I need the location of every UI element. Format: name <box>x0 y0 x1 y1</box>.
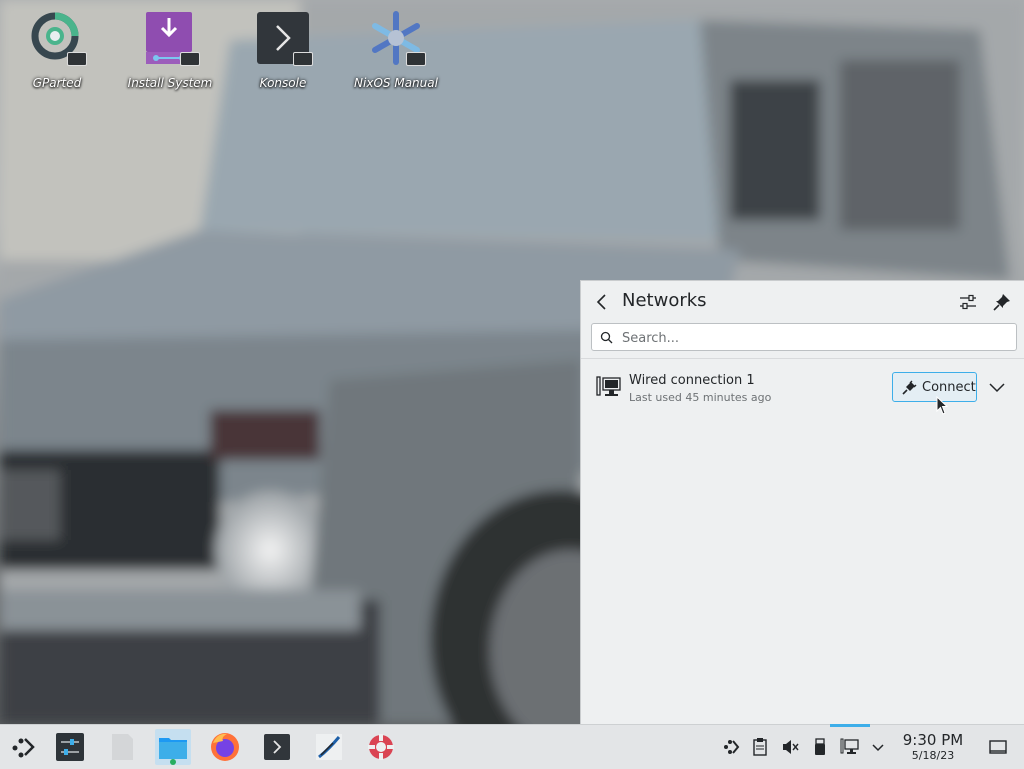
wired-network-icon <box>596 375 622 401</box>
kde-connect-icon[interactable] <box>720 737 740 757</box>
desktop-icon-label: Konsole <box>259 76 307 90</box>
search-input[interactable] <box>620 327 1014 349</box>
taskbar-konsole[interactable] <box>259 729 295 765</box>
expand-details-button[interactable] <box>987 377 1007 397</box>
firefox-icon <box>211 733 239 761</box>
folder-icon <box>159 738 187 765</box>
search-field[interactable] <box>591 323 1017 351</box>
konsole-icon <box>255 10 313 66</box>
help-lifebuoy-icon <box>368 734 394 760</box>
taskbar-blank-file[interactable] <box>104 729 140 765</box>
link-badge-icon <box>406 52 426 66</box>
pin-icon <box>993 294 1010 311</box>
show-desktop-button[interactable] <box>988 737 1008 757</box>
connection-last-used: Last used 45 minutes ago <box>629 391 772 404</box>
active-tray-indicator <box>830 724 870 727</box>
connect-label: Connect <box>922 380 976 395</box>
taskbar: 9:30 PM 5/18/23 <box>0 724 1024 769</box>
desktop-icon-konsole[interactable]: Konsole <box>228 10 338 90</box>
konsole-icon <box>264 734 290 760</box>
mouse-cursor-icon <box>936 396 949 415</box>
desktop-icon-gparted[interactable]: GParted <box>2 10 112 90</box>
separator <box>581 358 1024 359</box>
chevron-down-icon <box>989 383 1005 393</box>
plug-icon <box>902 380 917 395</box>
app-launcher-icon <box>12 738 35 758</box>
search-icon <box>600 331 613 344</box>
connect-button[interactable]: Connect <box>892 372 977 402</box>
clipboard-icon[interactable] <box>750 737 770 757</box>
networks-title: Networks <box>622 290 707 311</box>
desktop-icon-label: GParted <box>32 76 82 90</box>
clock-date[interactable]: 5/18/23 <box>898 749 968 762</box>
usb-device-icon[interactable] <box>810 737 830 757</box>
app-launcher-button[interactable] <box>4 729 40 765</box>
chevron-left-icon <box>596 294 606 310</box>
link-badge-icon <box>293 52 313 66</box>
chevron-down-icon <box>872 744 884 752</box>
pin-button[interactable] <box>991 291 1013 313</box>
link-badge-icon <box>180 52 200 66</box>
connection-item[interactable]: Wired connection 1 Last used 45 minutes … <box>581 365 1024 411</box>
partition-manager-icon <box>316 734 342 760</box>
desktop-icon-install-system[interactable]: Install System <box>115 10 225 90</box>
desktop-icon-nixos-manual[interactable]: NixOS Manual <box>341 10 451 90</box>
taskbar-system-settings[interactable] <box>52 729 88 765</box>
taskbar-dolphin[interactable] <box>155 729 191 765</box>
nixos-manual-icon <box>368 10 426 66</box>
desktop-icon-label: NixOS Manual <box>354 76 438 90</box>
networks-panel: Networks Search... Wired connection 1 La… <box>580 280 1024 725</box>
connection-name: Wired connection 1 <box>629 373 755 388</box>
gparted-icon <box>29 10 87 66</box>
link-badge-icon <box>67 52 87 66</box>
taskbar-help-center[interactable] <box>363 729 399 765</box>
configure-network-button[interactable] <box>957 291 979 313</box>
back-button[interactable] <box>591 291 613 313</box>
clock-time[interactable]: 9:30 PM <box>898 731 968 749</box>
system-settings-icon <box>56 733 84 761</box>
expand-tray-button[interactable] <box>868 737 888 757</box>
taskbar-kde-partition-manager[interactable] <box>311 729 347 765</box>
sliders-icon <box>960 294 976 310</box>
desktop-icon-label: Install System <box>127 76 213 90</box>
volume-muted-icon[interactable] <box>780 737 800 757</box>
networks-header: Networks <box>581 281 1024 323</box>
install-system-icon <box>142 10 200 66</box>
taskbar-firefox[interactable] <box>207 729 243 765</box>
network-wired-icon[interactable] <box>840 737 860 757</box>
show-desktop-icon <box>989 740 1007 754</box>
blank-file-icon <box>112 734 133 760</box>
